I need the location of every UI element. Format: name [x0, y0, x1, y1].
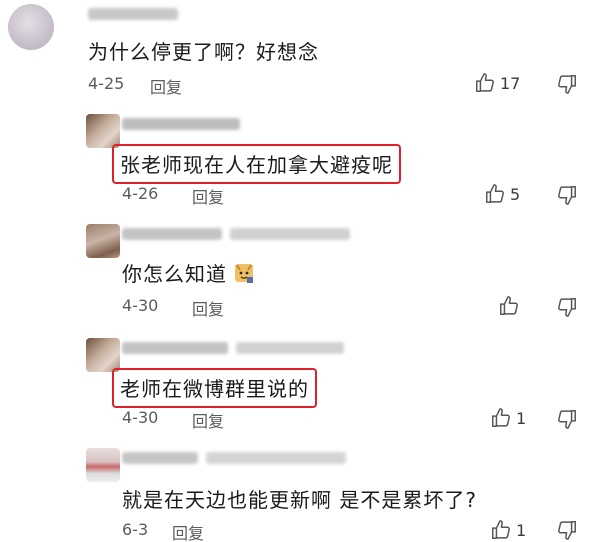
comment-date: 4-30: [122, 408, 159, 427]
username-blurred[interactable]: [88, 8, 178, 20]
cat-emoji: [233, 262, 255, 289]
thumbs-up-icon: [474, 72, 496, 94]
comment-date: 6-3: [122, 520, 149, 539]
like-count: 1: [516, 408, 527, 428]
avatar[interactable]: [86, 448, 120, 482]
username-blurred[interactable]: [122, 228, 222, 240]
like-count: 5: [510, 184, 521, 204]
reply-target-blurred[interactable]: [206, 452, 346, 464]
reply-button[interactable]: 回复: [192, 184, 224, 208]
username-blurred[interactable]: [122, 452, 198, 464]
avatar[interactable]: [86, 338, 120, 372]
thumbs-down-icon[interactable]: [556, 184, 578, 206]
comment-text: 你怎么知道: [122, 258, 255, 289]
thumbs-down-icon[interactable]: [556, 408, 578, 430]
username-blurred[interactable]: [122, 118, 240, 130]
like-button[interactable]: 5: [484, 183, 520, 205]
reply-button[interactable]: 回复: [172, 520, 204, 542]
thumbs-down-icon[interactable]: [556, 73, 578, 95]
comment-text: 张老师现在人在加拿大避疫呢: [112, 144, 401, 184]
comment-thread: 为什么停更了啊？好想念 4-25 回复 17 张老师现在人在加拿大避疫呢 4-2…: [0, 0, 600, 542]
comment-text: 就是在天边也能更新啊 是不是累坏了?: [122, 488, 477, 512]
like-button[interactable]: 1: [490, 519, 526, 541]
thumbs-up-icon: [498, 295, 520, 317]
like-button[interactable]: [498, 295, 520, 317]
reply-button[interactable]: 回复: [150, 74, 182, 98]
comment-date: 4-30: [122, 296, 159, 315]
like-button[interactable]: 17: [474, 72, 520, 94]
comment-date: 4-26: [122, 184, 159, 203]
thumbs-up-icon: [490, 407, 512, 429]
reply-target-blurred[interactable]: [230, 228, 350, 240]
username-blurred[interactable]: [122, 342, 228, 354]
reply-button[interactable]: 回复: [192, 408, 224, 432]
comment-text-content: 你怎么知道: [122, 262, 227, 286]
comment-text: 为什么停更了啊？好想念: [88, 40, 319, 64]
thumbs-up-icon: [490, 519, 512, 541]
comment-text: 老师在微博群里说的: [112, 368, 317, 408]
avatar[interactable]: [8, 4, 54, 50]
avatar[interactable]: [86, 114, 120, 148]
like-count: 1: [516, 520, 527, 540]
thumbs-down-icon[interactable]: [556, 296, 578, 318]
reply-button[interactable]: 回复: [192, 296, 224, 320]
like-count: 17: [500, 73, 521, 93]
like-button[interactable]: 1: [490, 407, 526, 429]
thumbs-up-icon: [484, 183, 506, 205]
thumbs-down-icon[interactable]: [556, 519, 578, 541]
comment-date: 4-25: [88, 74, 125, 93]
reply-target-blurred[interactable]: [236, 342, 344, 354]
avatar[interactable]: [86, 224, 120, 258]
